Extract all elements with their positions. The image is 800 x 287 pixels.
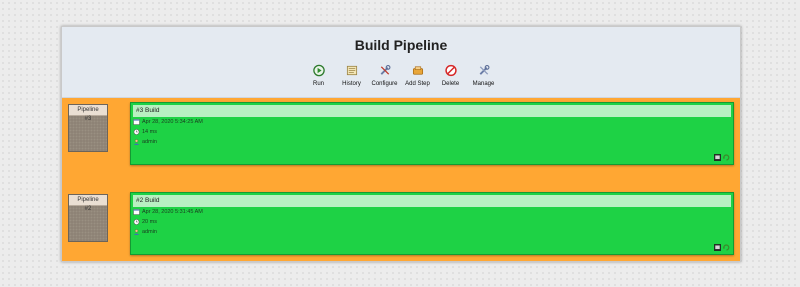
configure-button[interactable]: Configure [369,64,401,87]
build-card: #3 Build Apr 28, 2020 5:34:25 AM 14 ms a… [130,102,734,165]
manage-label: Manage [472,81,495,87]
pipeline-label: Pipeline [69,195,107,206]
build-user-row: admin [131,137,733,147]
build-title[interactable]: #2 Build [133,195,731,207]
page-title: Build Pipeline [354,37,448,53]
history-label: History [342,81,361,87]
delete-label: Delete [441,81,460,87]
pipeline-number: #2 [84,206,92,212]
history-icon [346,65,357,76]
build-actions [714,244,730,251]
console-icon[interactable] [714,154,721,161]
console-icon[interactable] [714,244,721,251]
calendar-icon [133,209,140,215]
add-step-label: Add Step [405,81,430,87]
pipeline-label: Pipeline [69,105,107,116]
calendar-icon [133,119,140,125]
pipeline-number: #3 [84,116,92,122]
build-user: admin [142,229,157,235]
run-label: Run [312,81,324,87]
build-date-row: Apr 28, 2020 5:34:25 AM [131,117,733,127]
clock-icon [133,129,140,135]
add-step-icon [412,66,423,75]
user-icon [133,229,140,235]
manage-icon [479,65,489,75]
rebuild-icon[interactable] [723,244,730,251]
delete-icon [444,64,457,77]
build-card: #2 Build Apr 28, 2020 5:31:45 AM 20 ms a… [130,192,734,255]
rebuild-icon[interactable] [723,154,730,161]
build-title[interactable]: #3 Build [133,105,731,117]
manage-button[interactable]: Manage [468,64,500,87]
build-date: Apr 28, 2020 5:31:45 AM [142,209,203,215]
build-duration-row: 20 ms [131,217,733,227]
configure-label: Configure [371,81,398,87]
build-pipeline-panel: Build Pipeline Run History Configure Add… [61,26,741,262]
configure-icon [380,65,390,75]
pipeline-card[interactable]: Pipeline #2 [68,194,108,242]
build-duration-row: 14 ms [131,127,733,137]
build-duration: 20 ms [142,219,157,225]
build-actions [714,154,730,161]
clock-icon [133,219,140,225]
run-button[interactable]: Run [303,64,335,87]
add-step-button[interactable]: Add Step [402,64,434,87]
toolbar: Run History Configure Add Step Delete Ma… [62,64,740,87]
build-date-row: Apr 28, 2020 5:31:45 AM [131,207,733,217]
pipeline-card[interactable]: Pipeline #3 [68,104,108,152]
pipeline-header: Build Pipeline Run History Configure Add… [62,27,740,98]
build-date: Apr 28, 2020 5:34:25 AM [142,119,203,125]
build-user-row: admin [131,227,733,237]
build-user: admin [142,139,157,145]
run-icon [312,64,325,77]
user-icon [133,139,140,145]
delete-button[interactable]: Delete [435,64,467,87]
history-button[interactable]: History [336,64,368,87]
build-duration: 14 ms [142,129,157,135]
